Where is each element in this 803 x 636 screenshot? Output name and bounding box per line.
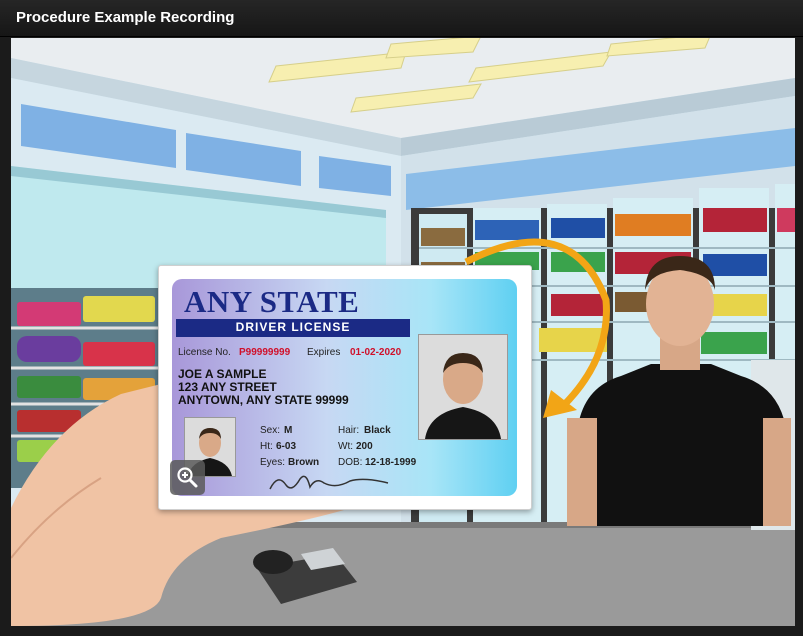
- zoom-in-icon: [177, 467, 198, 488]
- title-bar: Procedure Example Recording: [0, 0, 803, 37]
- height-value: 6-03: [276, 441, 297, 452]
- card-type-label: DRIVER LICENSE: [235, 320, 351, 334]
- zoom-button[interactable]: [170, 460, 205, 495]
- dob-label: DOB:: [338, 457, 363, 468]
- sex-label: Sex:: [260, 425, 281, 436]
- license-number-label: License No.: [178, 347, 231, 358]
- address-line-1: 123 ANY STREET: [178, 380, 277, 394]
- expires-label: Expires: [307, 347, 341, 358]
- weight-label: Wt:: [338, 441, 353, 452]
- weight-value: 200: [356, 441, 373, 452]
- license-number: P99999999: [239, 347, 291, 358]
- id-card: ANY STATE DRIVER LICENSE License No. P99…: [158, 265, 532, 510]
- eyes-label: Eyes:: [260, 457, 286, 468]
- sex-value: M: [284, 425, 293, 436]
- eyes-value: Brown: [288, 457, 320, 468]
- card-state-title: ANY STATE: [184, 284, 360, 319]
- holder-name: JOE A SAMPLE: [178, 367, 267, 381]
- expires-date: 01-02-2020: [350, 347, 402, 358]
- hair-label: Hair:: [338, 425, 360, 436]
- address-line-2: ANYTOWN, ANY STATE 99999: [178, 393, 349, 407]
- signature-graphic: [269, 475, 389, 490]
- holder-photo: [418, 334, 508, 440]
- window-title: Procedure Example Recording: [16, 9, 235, 26]
- card-type-band: DRIVER LICENSE: [176, 319, 410, 337]
- app-window: Procedure Example Recording ANY STATE DR…: [0, 0, 803, 636]
- dob-value: 12-18-1999: [365, 457, 417, 468]
- height-label: Ht:: [260, 441, 273, 452]
- driver-license: ANY STATE DRIVER LICENSE License No. P99…: [172, 279, 517, 496]
- hair-value: Black: [364, 425, 391, 436]
- recording-stage: ANY STATE DRIVER LICENSE License No. P99…: [11, 38, 795, 626]
